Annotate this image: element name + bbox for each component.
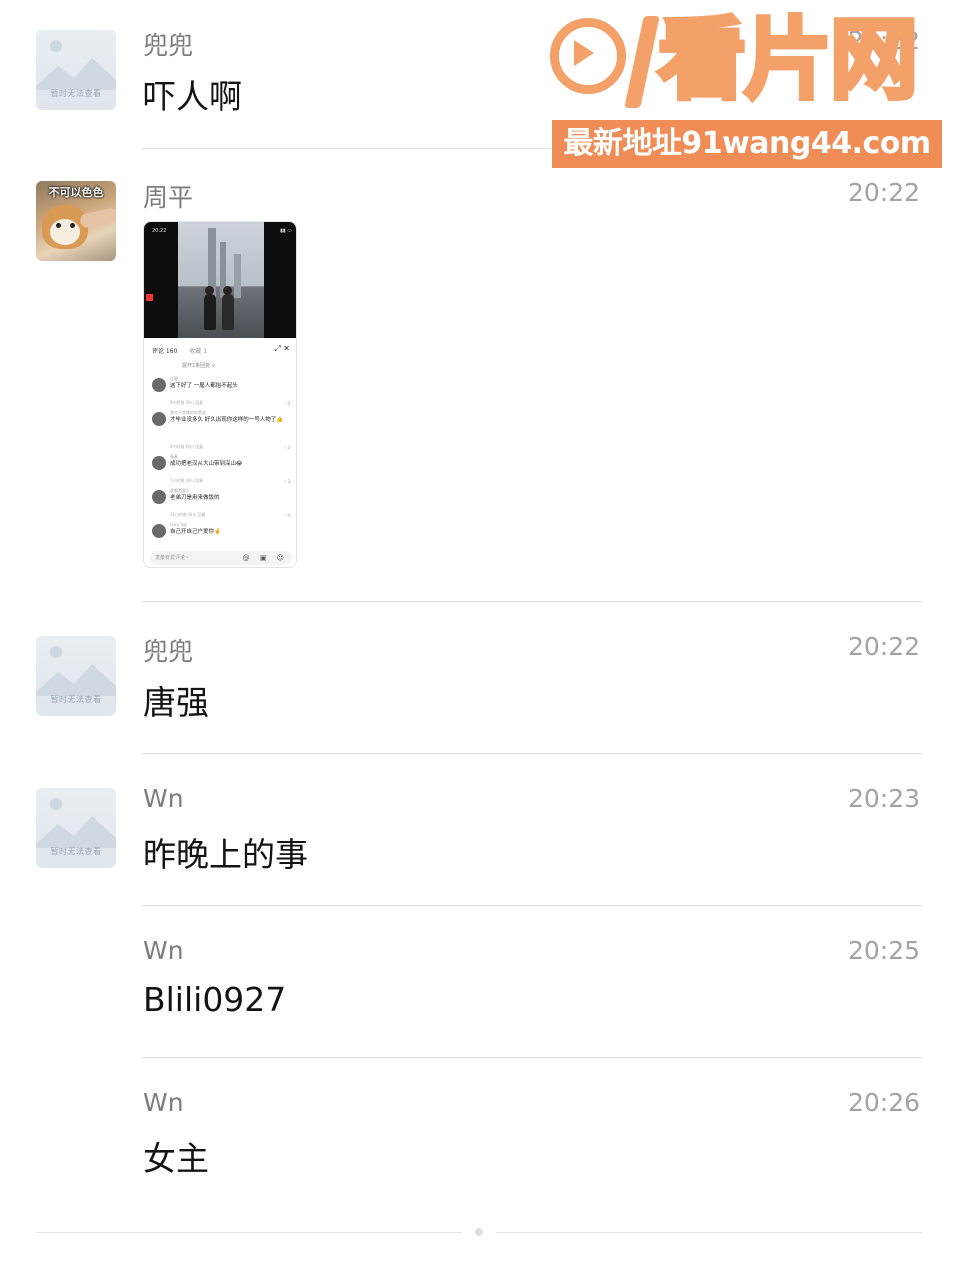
input-toolbar-icons: @ ▣ ☺ bbox=[242, 554, 288, 562]
mountain-icon bbox=[36, 816, 116, 848]
signal-icon: ▮▮ ▭ bbox=[280, 228, 292, 234]
avatar bbox=[152, 456, 166, 470]
person-head bbox=[205, 286, 214, 295]
message-text[interactable]: 昨晚上的事 bbox=[143, 828, 308, 876]
person-figure bbox=[222, 294, 234, 330]
mountain-icon bbox=[36, 58, 116, 90]
end-dot bbox=[475, 1228, 483, 1236]
live-badge-icon bbox=[146, 294, 153, 301]
watermark-url: 最新地址91wang44.com bbox=[552, 120, 942, 168]
message-time: 20:22 bbox=[847, 632, 920, 661]
input-placeholder: 发条有爱评论~ bbox=[155, 555, 190, 561]
hand-image bbox=[78, 207, 116, 229]
message-time: 20:26 bbox=[847, 1088, 920, 1117]
sender-name: Wn bbox=[143, 936, 184, 965]
tab-comments: 评论 160 bbox=[152, 348, 178, 355]
comment-text: 才毕业没多久 好久出现你这样的一号人物了👍 bbox=[170, 417, 284, 423]
avatar[interactable]: 不可以色色 bbox=[36, 181, 116, 261]
comment-tabs: 评论 160 收藏 1 bbox=[152, 346, 207, 355]
comment-text: 老弟刀是用来做饭的 bbox=[170, 495, 220, 501]
comment-text: 成功把老汉从大山带到深山😂 bbox=[170, 461, 243, 467]
comment-input: 发条有爱评论~ @ ▣ ☺ bbox=[150, 551, 292, 565]
sender-name: 兜兜 bbox=[143, 637, 194, 666]
watermark: 看片网 最新地址91wang44.com bbox=[550, 7, 946, 170]
comment-item: 过客 这下好了 一屋人都抬不起头 9小时前 四川 回复 ♡3 bbox=[152, 376, 292, 406]
expand-replies: 展开1条回复 ∨ bbox=[182, 363, 216, 369]
video-area: 20:22 ▮▮ ▭ bbox=[144, 222, 296, 338]
like-icon: ♡3 bbox=[283, 401, 290, 406]
avatar[interactable]: 暂时无法查看 bbox=[36, 30, 116, 110]
like-icon: ♡4 bbox=[283, 513, 290, 518]
video-frame bbox=[178, 222, 264, 338]
logo-stroke bbox=[624, 16, 660, 108]
tab-favorites: 收藏 1 bbox=[189, 348, 208, 355]
end-divider bbox=[496, 1232, 922, 1233]
comment-meta: 9小时前 四川 回复 bbox=[170, 400, 204, 405]
message-text[interactable]: 女主 bbox=[143, 1132, 209, 1180]
person-figure bbox=[204, 294, 216, 330]
dog-face bbox=[50, 219, 80, 245]
comment-item: Lucy h@ 自己开自己户爱你🤞 bbox=[152, 522, 292, 542]
sender-name: 兜兜 bbox=[143, 31, 194, 60]
sender-name: Wn bbox=[143, 784, 184, 813]
comment-text: 这下好了 一屋人都抬不起头 bbox=[170, 383, 238, 389]
dog-eye bbox=[70, 223, 75, 228]
comment-author: Lucy h@ bbox=[170, 522, 188, 527]
comment-text: 自己开自己户爱你🤞 bbox=[170, 529, 221, 535]
building-shape bbox=[234, 254, 241, 298]
comments-panel: 评论 160 收藏 1 ⤢ ✕ 展开1条回复 ∨ 过客 这下好了 一屋人都抬不起… bbox=[144, 338, 296, 567]
close-icon: ⤢ ✕ bbox=[274, 344, 290, 353]
status-time: 20:22 bbox=[152, 228, 167, 234]
play-triangle-icon bbox=[574, 40, 594, 66]
avatar bbox=[152, 524, 166, 538]
comment-item: 青春 成功把老汉从大山带到深山😂 7小时前 四川 回复 ♡3 bbox=[152, 454, 292, 484]
avatar-placeholder-text: 暂时无法查看 bbox=[50, 89, 102, 98]
message-text[interactable]: 唐强 bbox=[143, 676, 209, 724]
message-time: 20:25 bbox=[847, 936, 920, 965]
message-row: 暂时无法查看 Wn 20:23 昨晚上的事 bbox=[0, 754, 958, 906]
mountain-icon bbox=[36, 664, 116, 696]
sender-name: Wn bbox=[143, 1088, 184, 1117]
avatar-placeholder-text: 暂时无法查看 bbox=[50, 847, 102, 856]
avatar bbox=[152, 490, 166, 504]
dog-eye bbox=[56, 223, 61, 228]
message-text[interactable]: 吓人啊 bbox=[143, 70, 242, 118]
message-row: Wn 20:26 女主 bbox=[0, 1058, 958, 1208]
comment-meta: 7小时前 四川 回复 bbox=[170, 478, 204, 483]
like-icon: ♡3 bbox=[283, 479, 290, 484]
message-row: 暂时无法查看 兜兜 20:22 唐强 bbox=[0, 602, 958, 754]
avatar-label: 不可以色色 bbox=[48, 186, 104, 199]
comment-item: 谁都是客人 老弟刀是用来做饭的 11小时前 四川 回复 ♡4 bbox=[152, 488, 292, 518]
avatar[interactable]: 暂时无法查看 bbox=[36, 636, 116, 716]
end-divider bbox=[36, 1232, 462, 1233]
avatar bbox=[152, 378, 166, 392]
message-time: 20:23 bbox=[847, 784, 920, 813]
message-row: Wn 20:25 Blili0927 bbox=[0, 906, 958, 1058]
message-time: 20:22 bbox=[847, 178, 920, 207]
avatar[interactable]: 暂时无法查看 bbox=[36, 788, 116, 868]
comment-meta: 9小时前 四川 回复 bbox=[170, 444, 204, 449]
screenshot-image-message[interactable]: 20:22 ▮▮ ▭ 评论 160 收藏 1 ⤢ ✕ 展开1条回复 ∨ 过客 这… bbox=[143, 221, 297, 568]
person-head bbox=[223, 286, 232, 295]
watermark-brand: 看片网 bbox=[655, 7, 920, 112]
avatar bbox=[152, 412, 166, 426]
message-text[interactable]: Blili0927 bbox=[143, 980, 286, 1019]
comment-item: 我也不是哪的你是谁 才毕业没多久 好久出现你这样的一号人物了👍 9小时前 四川 … bbox=[152, 410, 292, 450]
comment-meta: 11小时前 四川 回复 bbox=[170, 512, 206, 517]
avatar-placeholder-text: 暂时无法查看 bbox=[50, 695, 102, 704]
sender-name: 周平 bbox=[143, 183, 194, 212]
like-icon: ♡3 bbox=[283, 445, 290, 450]
